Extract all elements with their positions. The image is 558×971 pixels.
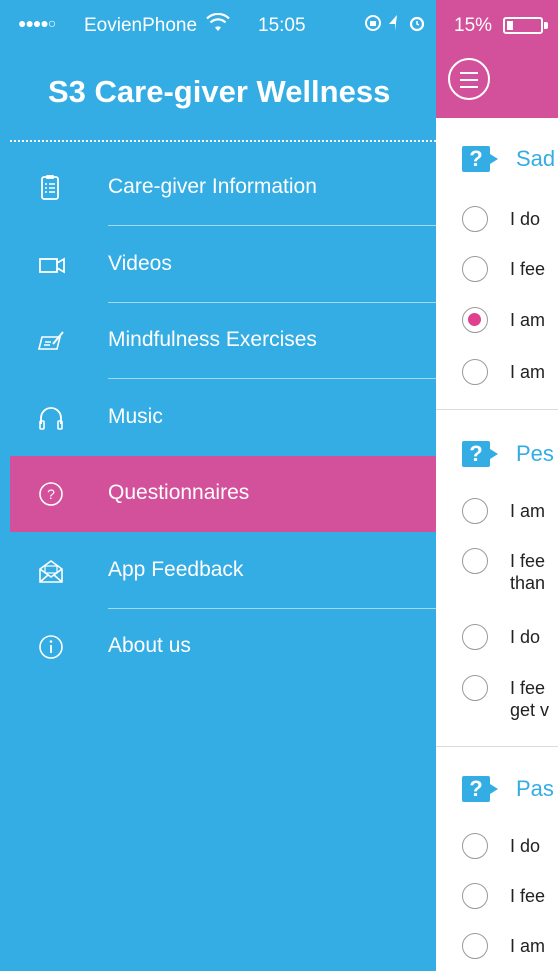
- radio-button[interactable]: [462, 675, 488, 701]
- radio-button[interactable]: [462, 206, 488, 232]
- location-arrow-icon: [389, 15, 397, 31]
- status-bar: ●●●●○ EovienPhone 15:05 15%: [0, 0, 558, 50]
- section-divider: [436, 409, 558, 410]
- sidebar-item-label: Care-giver Information: [108, 175, 317, 198]
- sidebar-item-label: App Feedback: [108, 558, 244, 581]
- signal-strength-icon: ●●●●○: [18, 15, 56, 31]
- battery-icon: [503, 17, 543, 34]
- rotation-lock-icon: [365, 15, 381, 31]
- answer-text: I fee: [510, 259, 546, 279]
- radio-button[interactable]: [462, 548, 488, 574]
- hamburger-menu-icon[interactable]: [448, 58, 490, 100]
- answer-text: I fee: [510, 678, 546, 698]
- answer-option[interactable]: I do: [462, 206, 558, 240]
- wifi-icon: [206, 12, 230, 39]
- answer-text: I am: [510, 936, 546, 956]
- sidebar-item-label: Music: [108, 405, 163, 428]
- answer-option[interactable]: I am: [462, 359, 558, 393]
- carrier-name: EovienPhone: [84, 15, 198, 36]
- info-circle-icon: [36, 633, 66, 661]
- sidebar-item-videos[interactable]: Videos: [10, 227, 436, 303]
- notepad-pen-icon: [36, 327, 66, 355]
- question-title: Pes: [516, 441, 554, 466]
- question-title: Pas: [516, 776, 554, 801]
- radio-button[interactable]: [462, 833, 488, 859]
- radio-button-selected[interactable]: [462, 307, 488, 333]
- question-mark-icon: ?: [462, 776, 498, 802]
- radio-button[interactable]: [462, 624, 488, 650]
- answer-option[interactable]: I fee: [462, 883, 558, 917]
- section-divider: [436, 746, 558, 747]
- answer-option[interactable]: I fee get v: [462, 675, 558, 735]
- answer-text: I am: [510, 310, 546, 330]
- sidebar-item-label: Questionnaires: [108, 481, 250, 504]
- answer-text-line2: get v: [510, 700, 550, 720]
- question-circle-icon: ?: [36, 480, 66, 508]
- sidebar-item-app-feedback[interactable]: App Feedback: [10, 533, 436, 609]
- answer-text: I do: [510, 836, 541, 856]
- status-icons: [364, 13, 444, 38]
- answer-text: I do: [510, 627, 541, 647]
- radio-button[interactable]: [462, 498, 488, 524]
- answer-option[interactable]: I fee: [462, 256, 558, 290]
- answer-text: I fee: [510, 886, 546, 906]
- sidebar-item-care-giver-information[interactable]: Care-giver Information: [10, 150, 436, 226]
- menu-divider: [108, 225, 436, 226]
- navigation-drawer: S3 Care-giver Wellness Care-giver Inform…: [0, 50, 436, 971]
- answer-option[interactable]: I do: [462, 833, 558, 867]
- answer-option[interactable]: I do: [462, 624, 558, 658]
- answer-option[interactable]: I am: [462, 498, 558, 532]
- sidebar-item-label: About us: [108, 634, 191, 657]
- drawer-title: S3 Care-giver Wellness: [48, 74, 391, 109]
- sidebar-item-about-us[interactable]: About us: [10, 609, 436, 685]
- sidebar-item-mindfulness-exercises[interactable]: Mindfulness Exercises: [10, 303, 436, 379]
- radio-button[interactable]: [462, 359, 488, 385]
- alarm-clock-icon: [409, 16, 425, 32]
- sidebar-item-label: Mindfulness Exercises: [108, 328, 317, 351]
- svg-text:?: ?: [47, 486, 55, 502]
- sidebar-item-music[interactable]: Music: [10, 380, 436, 456]
- radio-button[interactable]: [462, 883, 488, 909]
- answer-text: I fee: [510, 551, 546, 571]
- question-mark-icon: ?: [462, 441, 498, 467]
- battery-nub: [544, 22, 548, 29]
- sidebar-item-questionnaires[interactable]: ? Questionnaires: [10, 456, 436, 532]
- sidebar-item-label: Videos: [108, 252, 172, 275]
- answer-option[interactable]: I fee than: [462, 548, 558, 608]
- question-title: Sad: [516, 146, 556, 171]
- clipboard-list-icon: [36, 174, 66, 202]
- status-time: 15:05: [258, 15, 306, 36]
- question-mark-icon: ?: [462, 146, 498, 172]
- answer-text: I am: [510, 362, 546, 382]
- radio-button[interactable]: [462, 256, 488, 282]
- answer-text-line2: than: [510, 573, 546, 593]
- answer-option[interactable]: I am: [462, 933, 558, 967]
- headphones-icon: [36, 404, 66, 432]
- video-camera-icon: [36, 251, 66, 279]
- battery-percent: 15%: [454, 15, 493, 36]
- questionnaire-content: ? Sad I do I fee I am I am ? Pes I am I …: [436, 118, 558, 971]
- drawer-dotted-divider: [10, 140, 436, 142]
- menu-divider: [108, 378, 436, 379]
- answer-option[interactable]: I am: [462, 307, 558, 341]
- answer-text: I am: [510, 501, 546, 521]
- radio-button[interactable]: [462, 933, 488, 959]
- answer-text: I do: [510, 209, 541, 229]
- envelope-open-icon: [36, 557, 66, 585]
